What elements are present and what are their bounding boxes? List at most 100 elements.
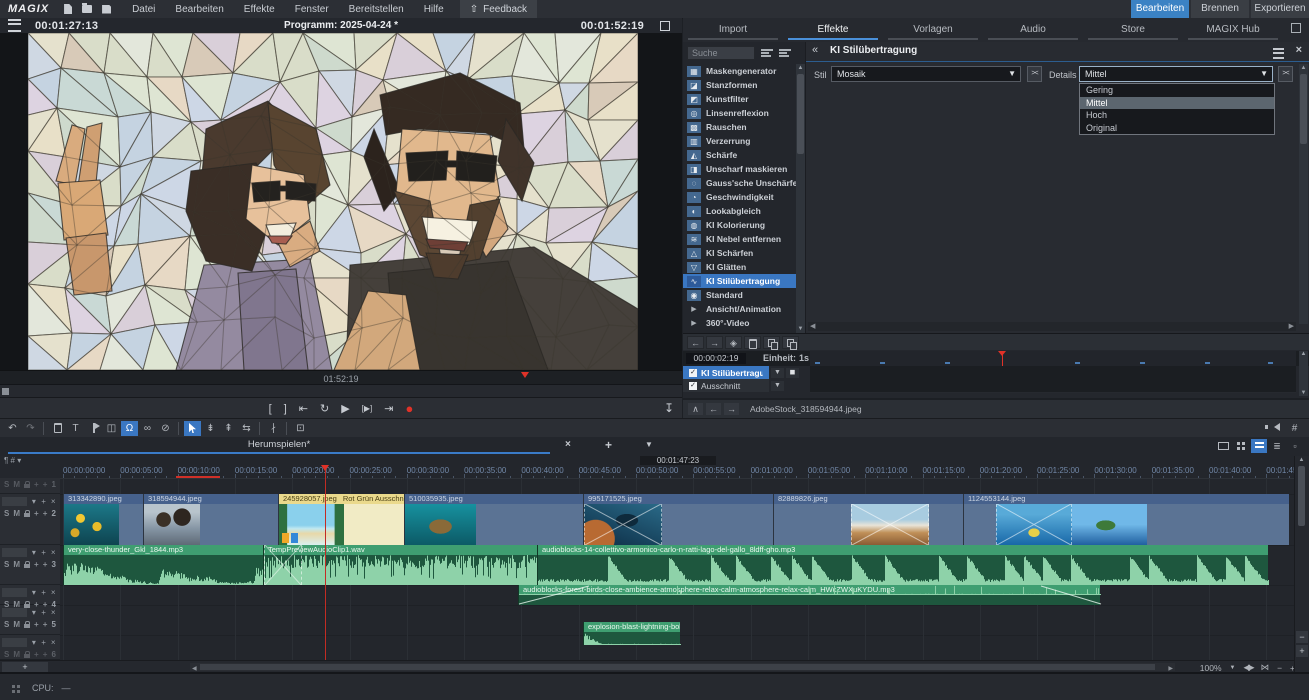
track-zoom-out-button[interactable]: − — [1296, 631, 1308, 643]
tab-import[interactable]: Import — [688, 24, 778, 40]
scroll-up-icon[interactable]: ▲ — [796, 65, 805, 71]
keyframe-timeline[interactable] — [810, 351, 1296, 366]
overview-mode-icon[interactable]: ▫ — [1287, 439, 1303, 453]
audio-level-icon[interactable]: ↧ — [664, 401, 674, 415]
transition-icon[interactable] — [851, 504, 929, 545]
tab-effekte[interactable]: Effekte — [788, 24, 878, 40]
add-project-icon[interactable]: + — [605, 438, 612, 452]
preview-mode-icon[interactable] — [1215, 439, 1231, 453]
track-name-input[interactable] — [2, 608, 27, 617]
speaker-icon[interactable] — [1268, 421, 1285, 436]
keyframe-playhead[interactable] — [1002, 351, 1003, 366]
object-mode-button[interactable]: ⊡ — [292, 421, 309, 436]
effect-item-ansicht-animation[interactable]: ▶Ansicht/Animation — [683, 302, 796, 316]
effect-item-linsenreflexion[interactable]: ◎Linsenreflexion — [683, 106, 796, 120]
video-clip-510035935-jpeg[interactable]: 510035935.jpeg — [404, 494, 583, 545]
scroll-up-icon[interactable]: ▲ — [1299, 65, 1308, 71]
details-option-gering[interactable]: Gering — [1080, 84, 1274, 97]
timeline-vscrollbar[interactable]: ▲ − + — [1294, 456, 1309, 672]
preview-scrubber[interactable]: 01:52:19 — [0, 370, 682, 385]
tab-magix-hub[interactable]: MAGIX Hub — [1188, 24, 1278, 40]
details-reset-button[interactable]: >< — [1278, 66, 1293, 82]
undo-button[interactable]: ↶ — [4, 421, 21, 436]
redo-button[interactable]: ↷ — [22, 421, 39, 436]
menu-item-datei[interactable]: Datei — [122, 1, 165, 18]
effect-item-360-video[interactable]: ▶360°-Video — [683, 316, 796, 330]
lock-icon[interactable] — [24, 484, 30, 488]
mute-button[interactable]: M — [13, 650, 20, 659]
feedback-button[interactable]: ⇧ Feedback — [460, 0, 537, 18]
keyframe-row-ausschnitt[interactable]: ✓Ausschnitt▼ — [683, 379, 1309, 392]
effect-item-ki-schärfen[interactable]: △KI Schärfen — [683, 246, 796, 260]
transition-icon[interactable]: + — [34, 509, 39, 518]
solo-button[interactable]: S — [4, 650, 9, 659]
keyframe-row-timeline[interactable] — [810, 379, 1296, 393]
track-name-input[interactable] — [2, 588, 27, 597]
loop-button[interactable]: ↻ — [320, 400, 329, 418]
keyframe-row-label[interactable]: ✓KI Stilübertragung — [683, 366, 769, 379]
audio-crossfade-icon[interactable] — [264, 545, 302, 585]
unlink-button[interactable]: ⊘ — [157, 421, 174, 436]
link-button[interactable]: ∞ — [139, 421, 156, 436]
scroll-down-icon[interactable]: ▼ — [1299, 390, 1308, 396]
effect-item-lookabgleich[interactable]: ◐Lookabgleich — [683, 204, 796, 218]
track-delete-icon[interactable]: × — [48, 588, 58, 597]
zoom-bar-handle[interactable] — [2, 388, 9, 395]
transition-icon[interactable]: + — [43, 509, 48, 518]
track-delete-icon[interactable]: × — [48, 497, 58, 506]
track-zoom-in-button[interactable]: + — [1296, 645, 1308, 657]
video-clip-995171525-jpeg[interactable]: 995171525.jpeg — [583, 494, 773, 545]
solo-button[interactable]: S — [4, 560, 9, 569]
camera-icon[interactable]: ◼ — [786, 368, 799, 378]
undock-panel-icon[interactable] — [1291, 23, 1301, 33]
track-add-icon[interactable]: + — [39, 638, 49, 647]
transition-icon[interactable]: + — [34, 650, 39, 659]
zoom-out-icon[interactable]: − — [1277, 663, 1282, 673]
scroll-up-icon[interactable]: ▲ — [1297, 457, 1306, 463]
track-name-input[interactable] — [2, 548, 27, 557]
audio-clip-explosion-blast-lightning-bolt[interactable]: explosion-blast-lightning-bolt... — [583, 622, 680, 645]
scrub-position-marker[interactable] — [521, 372, 529, 378]
mouse-mode-button[interactable] — [184, 421, 201, 436]
stil-reset-button[interactable]: >< — [1027, 66, 1042, 82]
swap-mode-button[interactable]: ⇆ — [238, 421, 255, 436]
solo-button[interactable]: S — [4, 480, 9, 489]
details-select[interactable]: Mittel ▼ — [1079, 66, 1273, 82]
transition-icon[interactable] — [584, 504, 662, 545]
track-delete-icon[interactable]: × — [48, 608, 58, 617]
effect-item-kunstfilter[interactable]: ◩Kunstfilter — [683, 92, 796, 106]
timeline-hscrollbar[interactable]: ◀ ▶ — [190, 663, 1175, 671]
track-delete-icon[interactable]: × — [48, 638, 58, 647]
effect-item-standard[interactable]: ◉Standard — [683, 288, 796, 302]
keyframe-row-ki-stilübertragung[interactable]: ✓KI Stilübertragung▼◼ — [683, 366, 1309, 379]
transition-icon[interactable]: + — [43, 480, 48, 489]
delete-button[interactable] — [49, 421, 66, 436]
transition-icon[interactable] — [996, 504, 1072, 545]
fullscreen-icon[interactable] — [660, 21, 670, 31]
record-button[interactable]: ● — [406, 400, 414, 418]
track-options-icon[interactable]: ▾ — [29, 608, 39, 617]
details-option-mittel[interactable]: Mittel — [1080, 97, 1274, 110]
next-keyframe-button[interactable]: → — [706, 336, 723, 349]
video-clip-245928057-jpeg[interactable]: 245928057.jpegRot Grün Ausschnitt We... — [278, 494, 404, 545]
track-add-icon[interactable]: + — [39, 588, 49, 597]
range-marker[interactable] — [176, 476, 220, 478]
track-options-icon[interactable]: ▾ — [29, 548, 39, 557]
copy-keyframe-button[interactable] — [763, 336, 780, 349]
effect-item-unscharf-maskieren[interactable]: ◨Unscharf maskieren — [683, 162, 796, 176]
frame-step-button[interactable]: [▶] — [362, 400, 373, 418]
track-add-icon[interactable]: + — [39, 548, 49, 557]
playhead[interactable] — [325, 469, 326, 660]
zoom-level[interactable]: 100% — [1200, 663, 1222, 673]
effect-item-gauss-sche-unschärfe[interactable]: ◌Gauss'sche Unschärfe — [683, 176, 796, 190]
scroll-right-icon[interactable]: ▶ — [1168, 665, 1173, 672]
mute-button[interactable]: M — [13, 620, 20, 629]
project-tab[interactable]: Herumspielen* — [8, 439, 550, 450]
multicam-mode-icon[interactable]: ≣ — [1269, 439, 1285, 453]
group-button[interactable]: ◫ — [103, 421, 120, 436]
tab-store[interactable]: Store — [1088, 24, 1178, 40]
lock-icon[interactable] — [24, 624, 30, 628]
timeline-ruler[interactable]: 00:00:00:0000:00:05:0000:00:10:0000:00:1… — [60, 465, 1309, 479]
preview-menu-icon[interactable] — [8, 19, 21, 32]
sort-view-icon[interactable] — [779, 48, 791, 58]
